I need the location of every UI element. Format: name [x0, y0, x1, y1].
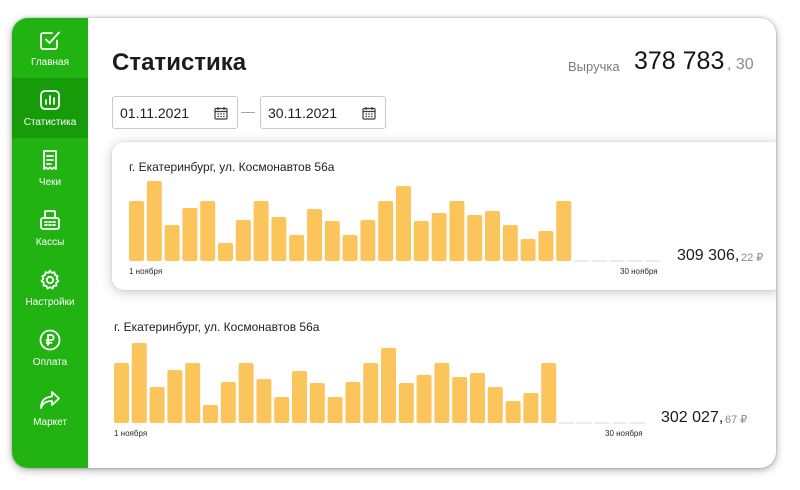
- chart-bar: [345, 382, 361, 423]
- chart-bar: [220, 382, 236, 423]
- chart-bar: [381, 348, 396, 423]
- chart-bar: [253, 201, 269, 261]
- main-content: Статистика Выручка 378 783 , 30 01.11.20…: [88, 18, 776, 468]
- revenue-label: Выручка: [568, 59, 620, 74]
- chart-bar: [324, 221, 340, 261]
- chart-bar: [149, 387, 165, 423]
- chart-bar: [307, 209, 322, 261]
- receipt-icon: [43, 150, 57, 170]
- chart-bar: [185, 363, 201, 423]
- x-axis-start-label: 1 ноября: [129, 267, 163, 276]
- sidebar-item-label: Настройки: [25, 297, 75, 308]
- chart-bar: [538, 231, 554, 261]
- chart-bar: [452, 377, 468, 423]
- chart-bar: [396, 186, 411, 261]
- chart-bar: [292, 371, 307, 423]
- app-window: Главная Статистика Чеки Кассы Настройки …: [12, 18, 776, 468]
- x-axis-end-label: 30 ноября: [620, 267, 658, 276]
- ruble-icon: [39, 329, 61, 351]
- chart-bar: [449, 201, 465, 261]
- store-address: г. Екатеринбург, ул. Космонавтов 56а: [129, 160, 335, 174]
- sidebar-item-registers[interactable]: Кассы: [12, 198, 88, 258]
- x-axis-end-label: 30 ноября: [605, 429, 643, 438]
- sidebar-item-payment[interactable]: Оплата: [12, 318, 88, 378]
- sidebar: Главная Статистика Чеки Кассы Настройки …: [12, 18, 88, 468]
- chart-bar: [274, 397, 290, 423]
- bar-chart-icon: [40, 90, 60, 110]
- chart-bar: [487, 387, 503, 423]
- chart-bar: [271, 217, 287, 261]
- chart-bar: [541, 363, 557, 423]
- chart-bar: [431, 213, 447, 261]
- store-total-cents: 67 ₽: [725, 414, 748, 426]
- sidebar-item-label: Оплата: [32, 357, 68, 368]
- chart-bar: [413, 221, 429, 261]
- chart-bar: [556, 201, 572, 261]
- store-address: г. Екатеринбург, ул. Космонавтов 56а: [114, 320, 320, 334]
- chart-bar: [114, 363, 129, 423]
- chart-bar: [238, 363, 254, 423]
- chart-bar: [523, 393, 539, 423]
- chart-bar: [167, 370, 183, 423]
- sidebar-item-label: Статистика: [23, 117, 77, 128]
- date-range-separator: —: [241, 103, 255, 119]
- store-card[interactable]: г. Екатеринбург, ул. Космонавтов 56а 1 н…: [112, 308, 772, 458]
- chart-bar: [309, 383, 325, 423]
- sidebar-item-receipts[interactable]: Чеки: [12, 138, 88, 198]
- chart-bar: [485, 211, 500, 261]
- chart-bar: [398, 383, 414, 423]
- chart-bar: [218, 243, 233, 261]
- revenue-value: 378 783: [634, 47, 725, 75]
- sidebar-item-settings[interactable]: Настройки: [12, 258, 88, 318]
- sidebar-item-label: Чеки: [38, 177, 62, 188]
- sidebar-item-label: Главная: [30, 57, 70, 68]
- chart-bar: [505, 401, 521, 423]
- chart-bar: [360, 220, 376, 261]
- date-from-value: 01.11.2021: [120, 104, 190, 121]
- chart-bar: [129, 201, 144, 261]
- gear-icon: [40, 269, 60, 290]
- chart-bar: [289, 235, 305, 261]
- chart-bar: [416, 375, 432, 423]
- sidebar-item-home[interactable]: Главная: [12, 18, 88, 78]
- revenue-bar-chart: [129, 181, 661, 262]
- date-from-input[interactable]: 01.11.2021: [112, 96, 238, 129]
- sidebar-item-label: Маркет: [33, 417, 67, 428]
- cash-register-icon: [40, 210, 60, 230]
- store-total: 302 027,: [661, 409, 724, 426]
- chart-bar: [327, 397, 343, 423]
- date-to-input[interactable]: 30.11.2021: [260, 96, 386, 129]
- store-card[interactable]: г. Екатеринбург, ул. Космонавтов 56а 1 н…: [112, 142, 776, 290]
- chart-bar: [203, 405, 218, 423]
- chart-bar: [182, 208, 198, 261]
- share-arrow-icon: [40, 391, 60, 409]
- chart-bar: [256, 379, 272, 423]
- revenue-cents: , 30: [727, 56, 754, 73]
- date-to-value: 30.11.2021: [268, 104, 338, 121]
- chart-bar: [342, 235, 358, 261]
- chart-bar: [434, 363, 450, 423]
- chart-bar: [520, 239, 536, 261]
- chart-bar: [200, 201, 216, 261]
- store-total: 309 306,: [677, 247, 740, 264]
- check-square-icon: [40, 31, 60, 50]
- chart-bar: [164, 225, 180, 261]
- chart-bar: [235, 220, 251, 261]
- chart-bar: [467, 215, 483, 261]
- chart-bar: [363, 363, 379, 423]
- page-title: Статистика: [112, 49, 247, 76]
- chart-bar: [502, 225, 518, 261]
- x-axis-start-label: 1 ноября: [114, 429, 148, 438]
- store-total-cents: 22 ₽: [741, 252, 764, 264]
- chart-bar: [378, 201, 394, 261]
- chart-bar: [146, 181, 162, 261]
- sidebar-item-statistics[interactable]: Статистика: [12, 78, 88, 138]
- sidebar-item-market[interactable]: Маркет: [12, 378, 88, 438]
- calendar-icon[interactable]: [362, 106, 376, 120]
- revenue-bar-chart: [114, 343, 646, 424]
- sidebar-item-label: Кассы: [35, 237, 65, 248]
- calendar-icon[interactable]: [214, 106, 228, 120]
- chart-bar: [131, 343, 147, 423]
- chart-bar: [470, 373, 485, 423]
